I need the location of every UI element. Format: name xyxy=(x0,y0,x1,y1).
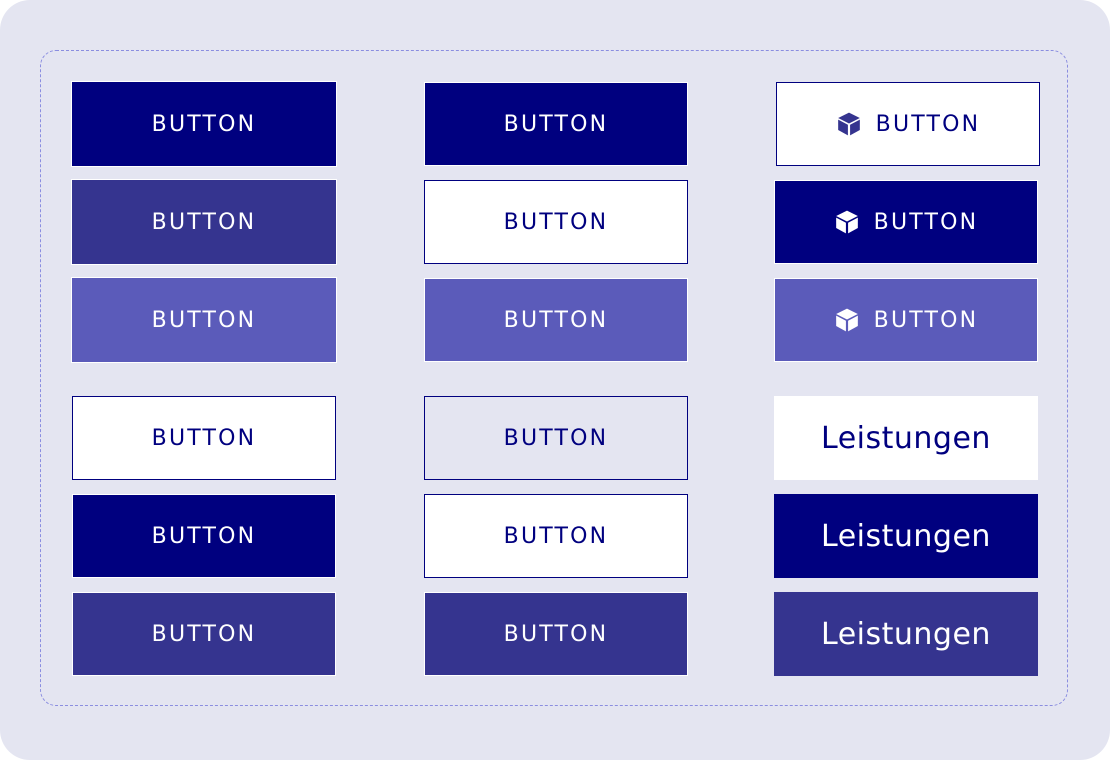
canvas-background: BUTTON BUTTON BUTTON BUTTON BUTTON BUTTO… xyxy=(0,0,1110,760)
button-white-outlined[interactable]: BUTTON xyxy=(424,494,688,578)
button-navy-filled[interactable]: BUTTON xyxy=(71,81,337,167)
button-label: BUTTON xyxy=(503,621,609,647)
button-indigo-filled[interactable]: BUTTON xyxy=(424,592,688,676)
button-label: BUTTON xyxy=(151,621,257,647)
button-label: BUTTON xyxy=(151,209,257,235)
button-label: BUTTON xyxy=(151,307,257,333)
button-ghost-outlined[interactable]: BUTTON xyxy=(424,396,688,480)
button-violet-filled[interactable]: BUTTON xyxy=(424,278,688,362)
cube-icon xyxy=(834,307,860,333)
button-indigo-filled[interactable]: BUTTON xyxy=(72,592,336,676)
button-label: BUTTON xyxy=(503,209,609,235)
button-label: BUTTON xyxy=(503,523,609,549)
leistungen-button-navy[interactable]: Leistungen xyxy=(774,494,1038,578)
button-label: BUTTON xyxy=(151,523,257,549)
button-white-outlined[interactable]: BUTTON xyxy=(424,180,688,264)
button-label: BUTTON xyxy=(151,425,257,451)
cube-icon xyxy=(834,209,860,235)
button-navy-filled[interactable]: BUTTON xyxy=(424,82,688,166)
button-indigo-filled[interactable]: BUTTON xyxy=(71,179,337,265)
leistungen-button-white[interactable]: Leistungen xyxy=(774,396,1038,480)
button-label: Leistungen xyxy=(821,616,991,652)
button-label: BUTTON xyxy=(873,209,979,235)
icon-button-navy-filled[interactable]: BUTTON xyxy=(774,180,1038,264)
leistungen-button-indigo[interactable]: Leistungen xyxy=(774,592,1038,676)
button-label: BUTTON xyxy=(503,425,609,451)
button-label: BUTTON xyxy=(875,111,981,137)
button-label: Leistungen xyxy=(821,420,991,456)
button-navy-filled[interactable]: BUTTON xyxy=(72,494,336,578)
button-label: BUTTON xyxy=(503,307,609,333)
cube-icon xyxy=(836,111,862,137)
icon-button-white-outlined[interactable]: BUTTON xyxy=(776,82,1040,166)
button-label: BUTTON xyxy=(151,111,257,137)
button-label: BUTTON xyxy=(873,307,979,333)
button-white-outlined[interactable]: BUTTON xyxy=(72,396,336,480)
button-label: BUTTON xyxy=(503,111,609,137)
icon-button-violet-filled[interactable]: BUTTON xyxy=(774,278,1038,362)
button-violet-filled[interactable]: BUTTON xyxy=(71,277,337,363)
button-label: Leistungen xyxy=(821,518,991,554)
